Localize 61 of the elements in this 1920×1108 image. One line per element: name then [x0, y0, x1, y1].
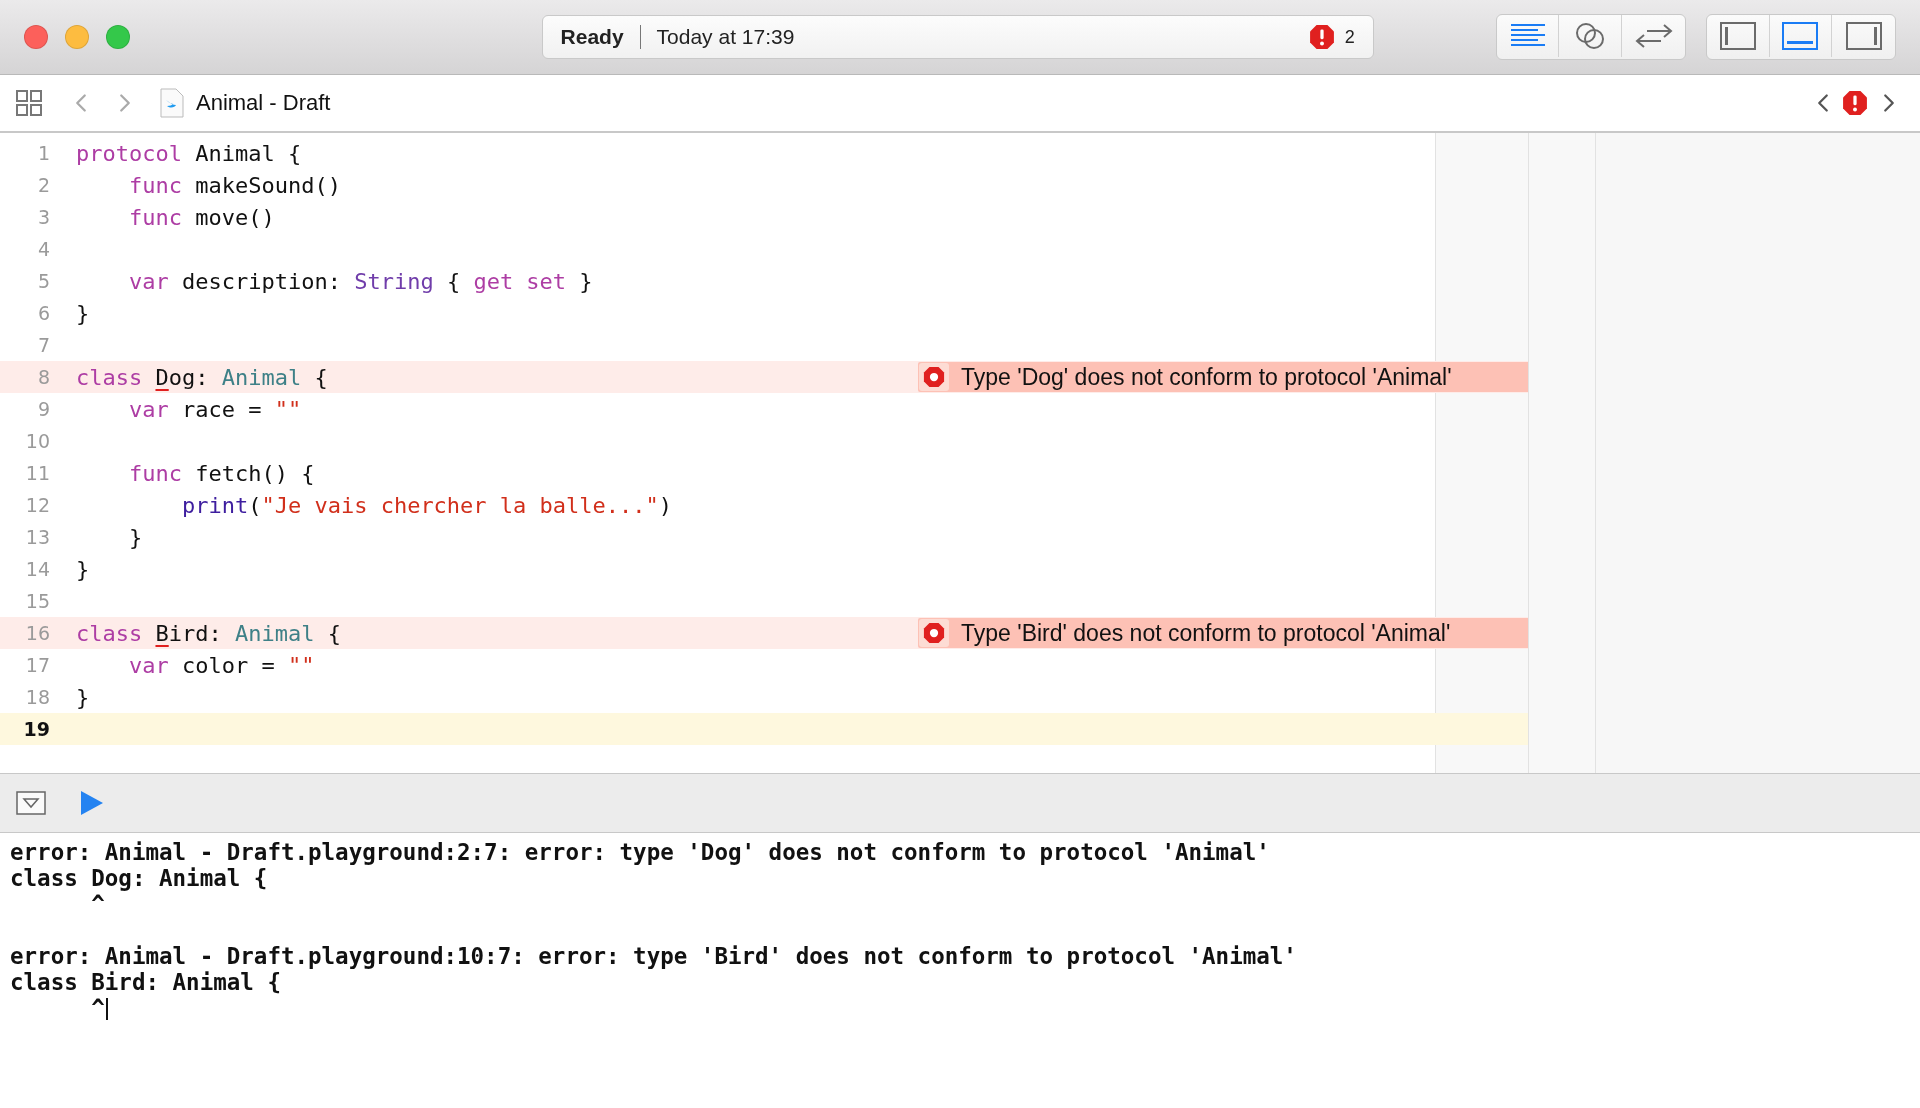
line-number: 10 — [24, 430, 50, 452]
code-line: class Dog: Animal { — [76, 364, 328, 390]
lines-icon — [1509, 23, 1546, 49]
line-number: 5 — [36, 270, 50, 292]
close-button[interactable] — [24, 25, 48, 49]
line-number: 19 — [22, 718, 50, 740]
code-line: var race = "" — [127, 396, 302, 422]
code-line: print("Je vais chercher la balle...") — [180, 492, 673, 518]
code-line: } — [76, 300, 90, 326]
error-icon — [1842, 90, 1868, 116]
code-line: var description: String { get set } — [127, 268, 593, 294]
console-source-line: class Bird: Animal { — [10, 969, 282, 995]
swift-file-icon — [160, 88, 184, 118]
code-line: } — [76, 556, 90, 582]
file-name: Animal - Draft — [196, 90, 331, 116]
console-source-line: class Dog: Animal { — [10, 865, 269, 891]
arrows-icon — [1634, 23, 1673, 49]
right-panel-icon — [1845, 22, 1882, 50]
error-icon — [923, 622, 945, 644]
bottom-panel-icon — [1782, 22, 1819, 50]
grid-icon[interactable] — [16, 90, 42, 116]
status-timestamp: Today at 17:39 — [656, 25, 795, 49]
run-button[interactable] — [80, 790, 104, 816]
line-number: 3 — [36, 206, 50, 228]
line-number: 6 — [36, 302, 50, 324]
console-caret-marker: ^ — [91, 891, 105, 917]
code-line: } — [76, 684, 90, 710]
code-line: func fetch() { — [127, 460, 315, 486]
error-icon — [923, 366, 945, 388]
error-icon — [1308, 24, 1335, 50]
line-number: 14 — [24, 558, 50, 580]
text-cursor — [105, 998, 108, 1020]
code-line: func move() — [127, 204, 275, 230]
code-line: } — [127, 524, 143, 550]
code-line: func makeSound() — [127, 172, 341, 198]
line-number: 12 — [24, 494, 50, 516]
line-number: 13 — [24, 526, 50, 548]
line-number: 1 — [36, 142, 50, 164]
console-error-message: error: Animal - Draft.playground:10:7: error: type 'Bird' does not conform to protocol 'Animal' — [10, 943, 1298, 969]
line-number: 11 — [24, 462, 50, 484]
line-number: 7 — [36, 334, 50, 356]
console-error-message: error: Animal - Draft.playground:2:7: error: type 'Dog' does not conform to protocol 'Animal' — [10, 839, 1271, 865]
code-line: class Bird: Animal { — [76, 620, 341, 646]
code-line: protocol Animal { — [76, 140, 302, 166]
issue-count: 2 — [1344, 26, 1355, 48]
line-number: 4 — [36, 238, 50, 260]
hide-debug-area-button[interactable] — [16, 791, 46, 815]
left-panel-icon — [1719, 22, 1756, 50]
circles-icon — [1574, 21, 1607, 51]
line-number: 17 — [24, 654, 50, 676]
line-number: 18 — [24, 686, 50, 708]
line-number: 8 — [36, 366, 50, 388]
error-annotation[interactable]: Type 'Bird' does not conform to protocol 'Animal' — [918, 618, 1528, 648]
error-annotation[interactable]: Type 'Dog' does not conform to protocol 'Animal' — [918, 362, 1528, 392]
line-number: 9 — [36, 398, 50, 420]
code-line: var color = "" — [127, 652, 315, 678]
console-caret-marker: ^ — [91, 995, 105, 1021]
status-text: Ready — [560, 25, 624, 49]
line-number: 15 — [24, 590, 50, 612]
line-number: 2 — [36, 174, 50, 196]
line-number: 16 — [24, 622, 50, 644]
